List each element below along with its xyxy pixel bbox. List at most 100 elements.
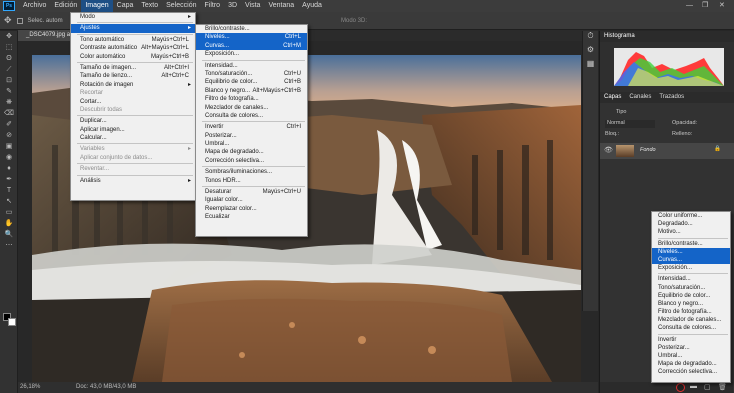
imagen-menu-item[interactable]: Tamaño de lienzo... Alt+Ctrl+C [71, 72, 195, 80]
ajustes-menu-item[interactable]: Desaturar Mayús+Ctrl+U [196, 188, 307, 196]
menu-capa[interactable]: Capa [113, 0, 138, 12]
adjustment-menu-item[interactable]: Equilibrio de color... [652, 292, 730, 300]
adjustment-menu-item[interactable]: Umbral... [652, 352, 730, 360]
tool-15-icon[interactable]: ↖ [0, 196, 18, 207]
imagen-menu-item[interactable]: Color automático Mayús+Ctrl+B [71, 53, 195, 61]
ajustes-menu-item[interactable]: Invertir Ctrl+I [196, 123, 307, 131]
swatches-icon[interactable]: ▦ [583, 59, 598, 73]
tab-canales[interactable]: Canales [629, 92, 651, 103]
tab-capas[interactable]: Capas [604, 92, 621, 103]
ajustes-menu-item[interactable]: Posterizar... [196, 132, 307, 140]
tool-2-icon[interactable]: ʘ [0, 53, 18, 64]
ajustes-menu-item[interactable]: Sombras/iluminaciones... [196, 168, 307, 176]
imagen-menu-item[interactable]: Duplicar... [71, 117, 195, 125]
ajustes-menu-item[interactable]: Exposición... [196, 50, 307, 58]
ajustes-menu-item[interactable]: Brillo/contraste... [196, 25, 307, 33]
imagen-menu-item[interactable]: Tamaño de imagen... Alt+Ctrl+I [71, 64, 195, 72]
tool-16-icon[interactable]: ▭ [0, 207, 18, 218]
ajustes-menu-item[interactable]: Reemplazar color... [196, 205, 307, 213]
tool-14-icon[interactable]: T [0, 185, 18, 196]
layer-kind-label[interactable]: Tipo [616, 109, 627, 115]
menu-vista[interactable]: Vista [241, 0, 264, 12]
imagen-menu-item[interactable]: Cortar... [71, 98, 195, 106]
adjustment-menu-item[interactable]: Niveles... [652, 247, 730, 256]
adjustment-menu-item[interactable]: Mezclador de canales... [652, 316, 730, 324]
layer-row[interactable]: 👁 Fondo 🔒 [600, 143, 734, 159]
close-button[interactable]: ✕ [719, 0, 725, 12]
imagen-menu-item[interactable]: Rotación de imagen ▸ [71, 81, 195, 89]
ajustes-menu-item[interactable]: Curvas... Ctrl+M [196, 41, 307, 51]
tool-5-icon[interactable]: ✎ [0, 86, 18, 97]
adjustment-menu-item[interactable]: Mapa de degradado... [652, 360, 730, 368]
ajustes-menu-item[interactable]: Niveles... Ctrl+L [196, 33, 307, 42]
adjustment-menu-item[interactable]: Curvas... [652, 255, 730, 265]
ajustes-menu-item[interactable]: Ecualizar [196, 213, 307, 221]
layer-name[interactable]: Fondo [640, 147, 656, 153]
menu-3d[interactable]: 3D [224, 0, 241, 12]
adjustment-menu-item[interactable]: Intensidad... [652, 275, 730, 283]
imagen-menu-item[interactable]: Ajustes ▸ [71, 24, 195, 33]
ajustes-menu-item[interactable]: Equilibrio de color... Ctrl+B [196, 78, 307, 86]
menu-seleccion[interactable]: Selección [162, 0, 200, 12]
adjustment-menu-item[interactable]: Filtro de fotografía... [652, 308, 730, 316]
tool-8-icon[interactable]: ✐ [0, 119, 18, 130]
trash-icon[interactable]: 🗑 [718, 383, 727, 391]
tool-1-icon[interactable]: ⬚ [0, 42, 18, 53]
menu-ventana[interactable]: Ventana [264, 0, 298, 12]
imagen-menu-item[interactable]: Tono automático Mayús+Ctrl+L [71, 36, 195, 44]
minimize-button[interactable]: — [686, 0, 693, 12]
menu-texto[interactable]: Texto [137, 0, 162, 12]
tool-7-icon[interactable]: ⌫ [0, 108, 18, 119]
visibility-eye-icon[interactable]: 👁 [604, 146, 613, 154]
zoom-level[interactable]: 26,18% [20, 382, 40, 393]
ajustes-menu-item[interactable]: Corrección selectiva... [196, 157, 307, 165]
imagen-menu-item[interactable]: Análisis ▸ [71, 177, 195, 185]
imagen-menu-item[interactable]: Calcular... [71, 134, 195, 142]
ajustes-menu-item[interactable]: Tono/saturación... Ctrl+U [196, 70, 307, 78]
ajustes-menu-item[interactable]: Tonos HDR... [196, 177, 307, 185]
tool-9-icon[interactable]: ⊘ [0, 130, 18, 141]
tool-13-icon[interactable]: ✒ [0, 174, 18, 185]
tool-12-icon[interactable]: ♦ [0, 163, 18, 174]
history-icon[interactable]: ⏱ [583, 31, 598, 45]
adjustment-menu-item[interactable]: Color uniforme... [652, 212, 730, 220]
ajustes-menu-item[interactable]: Filtro de fotografía... [196, 95, 307, 103]
auto-select-checkbox[interactable] [16, 17, 23, 24]
menu-imagen[interactable]: Imagen [81, 0, 113, 12]
imagen-menu-item[interactable]: Modo ▸ [71, 13, 195, 21]
ajustes-menu-item[interactable]: Consulta de colores... [196, 112, 307, 120]
maximize-button[interactable]: ❐ [702, 0, 708, 12]
blend-mode-select[interactable]: Normal [605, 120, 655, 128]
ajustes-menu-item[interactable]: Mezclador de canales... [196, 104, 307, 112]
ajustes-menu-item[interactable]: Blanco y negro... Alt+Mayús+Ctrl+B [196, 87, 307, 95]
menu-archivo[interactable]: Archivo [19, 0, 50, 12]
histogram-tab[interactable]: Histograma [600, 31, 734, 42]
adjustment-menu-item[interactable]: Corrección selectiva... [652, 368, 730, 376]
tool-4-icon[interactable]: ⊡ [0, 75, 18, 86]
adjustment-menu-item[interactable]: Exposición... [652, 264, 730, 272]
tool-6-icon[interactable]: ❋ [0, 97, 18, 108]
menu-ayuda[interactable]: Ayuda [298, 0, 326, 12]
properties-icon[interactable]: ⚙ [583, 45, 598, 59]
menu-filtro[interactable]: Filtro [201, 0, 225, 12]
adjustment-menu-item[interactable]: Tono/saturación... [652, 284, 730, 292]
adjustment-menu-item[interactable]: Posterizar... [652, 344, 730, 352]
tool-18-icon[interactable]: 🔍 [0, 229, 18, 240]
tool-10-icon[interactable]: ▣ [0, 141, 18, 152]
adjustment-menu-item[interactable]: Invertir [652, 336, 730, 344]
ajustes-menu-item[interactable]: Umbral... [196, 140, 307, 148]
tool-11-icon[interactable]: ◉ [0, 152, 18, 163]
new-layer-icon[interactable]: ▢ [704, 383, 711, 391]
tool-19-icon[interactable]: ⋯ [0, 240, 18, 251]
imagen-menu-item[interactable]: Contraste automático Alt+Mayús+Ctrl+L [71, 44, 195, 52]
ajustes-menu-item[interactable]: Mapa de degradado... [196, 148, 307, 156]
adjustment-menu-item[interactable]: Blanco y negro... [652, 300, 730, 308]
new-adjustment-layer-icon[interactable] [676, 383, 685, 392]
menu-edicion[interactable]: Edición [50, 0, 81, 12]
tool-17-icon[interactable]: ✋ [0, 218, 18, 229]
ajustes-menu-item[interactable]: Intensidad... [196, 62, 307, 70]
tool-0-icon[interactable]: ✥ [0, 31, 18, 42]
adjustment-menu-item[interactable]: Brillo/contraste... [652, 240, 730, 248]
imagen-menu-item[interactable]: Aplicar imagen... [71, 126, 195, 134]
adjustment-menu-item[interactable]: Degradado... [652, 220, 730, 228]
